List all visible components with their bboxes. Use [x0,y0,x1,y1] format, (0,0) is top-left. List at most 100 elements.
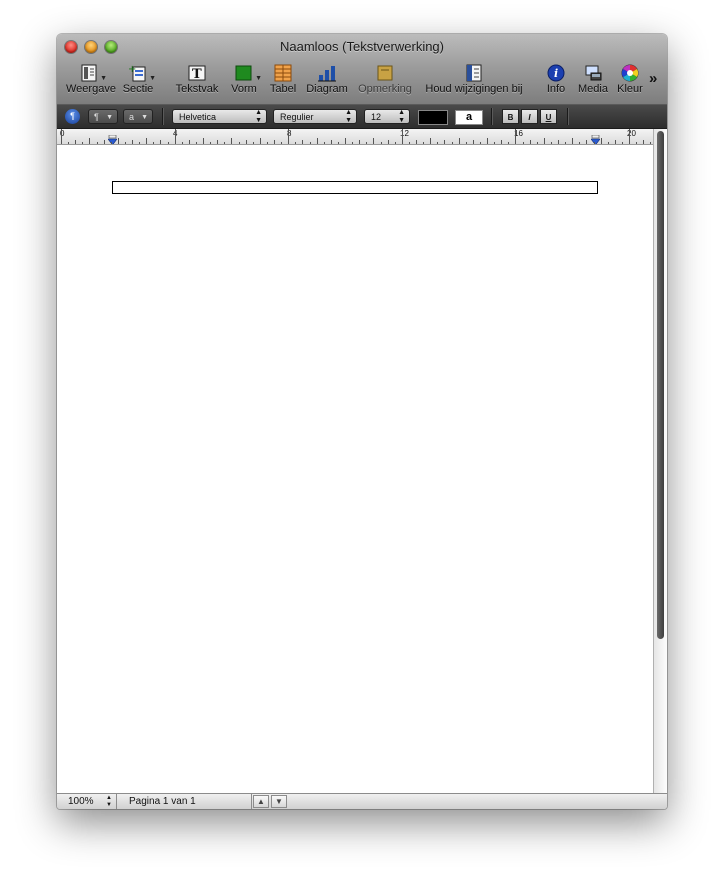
ruler-tick [529,140,531,144]
document-page[interactable] [57,145,653,793]
ruler-tick [217,140,219,144]
chart-icon [317,64,337,82]
ruler-tick [416,140,417,144]
toolbar-overflow-chevron-icon[interactable]: » [649,70,658,87]
ruler-tick [124,142,126,144]
ruler-tick [231,138,233,144]
ruler-tick [607,142,609,144]
toolbar-opmerking-button[interactable]: Opmerking [357,62,413,100]
svg-text:+: + [128,64,136,75]
ruler-tick [437,142,439,144]
zoom-popup[interactable]: 100% ▲ ▼ [57,794,117,809]
ruler-tick [600,138,602,144]
ruler-tick [586,140,588,144]
pages-window: Naamloos (Tekstverwerking) ▼ Weergave + … [57,34,667,809]
bold-button[interactable]: B [502,109,519,124]
italic-button[interactable]: I [521,109,538,124]
toolbar-sectie-button[interactable]: + ▼ Sectie [121,62,156,100]
font-size-popup[interactable]: 12 ▲ ▼ [364,109,410,124]
highlight-color-well[interactable]: a [455,110,483,125]
toolbar-kleur-button[interactable]: Kleur [615,62,645,100]
ruler-tick [373,138,375,144]
header-region[interactable] [112,181,598,194]
ruler-tick [160,140,162,144]
toolbar-info-button[interactable]: i Info [543,62,569,100]
paragraph-style-popup[interactable]: ¶ ▼ [88,109,118,124]
ruler-tick [61,129,62,144]
ruler-tick [543,138,545,144]
ruler-tick [387,140,389,144]
divider [491,108,493,125]
ruler-tick [274,140,275,144]
ruler-tick [181,142,183,144]
toolbar-media-button[interactable]: Media [575,62,611,100]
ruler-tick [479,142,481,144]
ruler-tick [444,140,446,144]
vertical-scrollbar[interactable] [653,129,667,793]
ruler-tick [238,142,240,144]
ruler-tick [96,142,98,144]
ruler-tick [203,138,204,144]
ruler-tick [110,142,112,144]
ruler-tick [309,142,311,144]
ruler-tick [636,142,638,144]
horizontal-ruler[interactable]: 0 4 8 12 16 20 [57,129,653,145]
ruler-tick [195,142,197,144]
ruler-tick [82,142,84,144]
status-bar: 100% ▲ ▼ Pagina 1 van 1 ▲ ▼ [57,793,667,809]
ruler-tick [68,142,70,144]
toolbar-track-changes-button[interactable]: Houd wijzigingen bij [421,62,527,100]
page-indicator: Pagina 1 van 1 [118,794,252,809]
styles-drawer-icon[interactable]: ¶ [65,109,80,124]
titlebar: Naamloos (Tekstverwerking) ▼ Weergave + … [57,34,667,105]
text-color-well[interactable] [418,110,448,125]
section-icon: + ▼ [128,64,156,82]
ruler-tick [330,140,332,144]
toolbar-diagram-button[interactable]: Diagram [305,62,349,100]
font-family-popup[interactable]: Helvetica ▲ ▼ [172,109,267,124]
ruler-tick [117,138,119,144]
ruler-tick [345,138,346,144]
ruler-tick [394,142,396,144]
left-indent-marker-icon[interactable] [107,132,118,144]
ruler-tick [501,140,503,144]
ruler-tick [259,138,261,144]
typeface-popup[interactable]: Regulier ▲ ▼ [273,109,357,124]
ruler-tick [536,142,538,144]
scroll-thumb[interactable] [657,131,664,639]
toolbar-tekstvak-button[interactable]: T Tekstvak [175,62,219,100]
ruler-tick [174,129,176,144]
ruler-tick [451,142,453,144]
ruler-tick [302,140,304,144]
ruler-tick [465,142,467,144]
ruler-tick [366,142,368,144]
track-changes-icon [464,64,484,82]
ruler-tick [614,140,616,144]
ruler-tick [472,140,474,144]
color-wheel-icon [620,64,640,82]
ruler-tick [167,142,169,144]
underline-button[interactable]: U [540,109,557,124]
view-icon: ▼ [79,64,107,82]
ruler-tick [89,138,91,144]
right-indent-marker-icon[interactable] [590,132,601,144]
ruler-tick [572,138,574,144]
next-page-button[interactable]: ▼ [271,795,287,808]
ruler-tick [352,142,354,144]
media-icon [583,64,603,82]
ruler-tick [316,138,318,144]
ruler-tick [224,142,226,144]
previous-page-button[interactable]: ▲ [253,795,269,808]
ruler-tick [621,142,623,144]
toolbar-tabel-button[interactable]: Tabel [269,62,297,100]
toolbar-vorm-button[interactable]: ▼ Vorm [229,62,262,100]
info-icon: i [546,64,566,82]
toolbar-weergave-button[interactable]: ▼ Weergave [66,62,116,100]
svg-text:T: T [192,67,202,82]
character-style-popup[interactable]: a ▼ [123,109,153,124]
ruler-tick [146,138,148,144]
ruler-tick [487,138,488,144]
ruler-tick [494,142,496,144]
ruler-tick [629,129,630,144]
ruler-tick [550,142,552,144]
